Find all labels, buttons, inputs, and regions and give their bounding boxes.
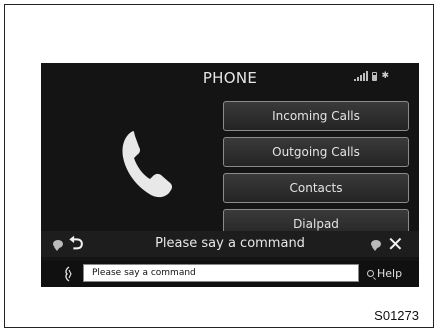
command-input[interactable]: Please say a command	[83, 264, 359, 282]
close-button[interactable]: ✕	[371, 233, 411, 255]
figure-frame: PHONE ✱ Incoming Calls Outgoing Calls Co…	[4, 4, 434, 328]
voice-command-bar: ⮌ Please say a command ✕	[41, 231, 419, 257]
command-bar: Please say a command Help	[41, 261, 419, 287]
status-area: ✱	[354, 71, 389, 81]
close-icon: ✕	[387, 232, 404, 256]
incoming-calls-button[interactable]: Incoming Calls	[223, 101, 409, 131]
phone-handset-icon	[122, 131, 173, 198]
figure-code: S01273	[374, 308, 419, 323]
signal-strength-icon	[354, 71, 369, 81]
search-icon	[367, 269, 374, 277]
help-label: Help	[377, 266, 403, 280]
bluetooth-icon: ✱	[381, 71, 389, 81]
voice-prompt: Please say a command	[155, 236, 305, 251]
battery-icon	[372, 72, 378, 81]
help-button[interactable]: Help	[367, 264, 415, 282]
contacts-button[interactable]: Contacts	[223, 173, 409, 203]
speaker-icon	[65, 266, 72, 282]
phone-menu: Incoming Calls Outgoing Calls Contacts D…	[223, 101, 409, 245]
voice-command-icon	[371, 240, 381, 251]
outgoing-calls-button[interactable]: Outgoing Calls	[223, 137, 409, 167]
